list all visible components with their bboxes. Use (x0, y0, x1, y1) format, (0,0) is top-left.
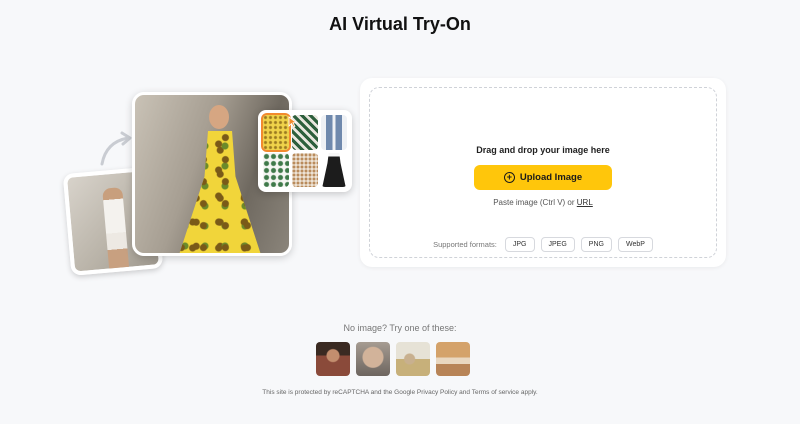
plus-circle-icon: + (503, 172, 515, 183)
samples-title: No image? Try one of these: (343, 323, 457, 333)
format-badge-png: PNG (580, 237, 612, 252)
garment-jeans (321, 115, 347, 150)
drop-zone[interactable]: Drag and drop your image here + Upload I… (369, 87, 717, 258)
formats-label: Supported formats: (433, 240, 497, 249)
sample-beach[interactable] (396, 342, 430, 376)
garment-lace-dress (292, 152, 318, 187)
format-badge-jpg: JPG (504, 237, 535, 252)
format-badge-jpeg: JPEG (540, 237, 575, 252)
garment-yellow-dress (261, 113, 291, 152)
sample-car[interactable] (436, 342, 470, 376)
url-link[interactable]: URL (577, 198, 593, 207)
sample-images (316, 342, 470, 376)
upload-image-button[interactable]: + Upload Image (474, 165, 612, 190)
pointer-cursor-icon (288, 116, 298, 128)
garment-floral-shirt (263, 152, 289, 187)
sample-dog[interactable] (356, 342, 390, 376)
supported-formats: Supported formats: JPG JPEG PNG WebP (370, 237, 716, 252)
page-title: AI Virtual Try-On (329, 14, 471, 34)
paste-hint: Paste image (Ctrl V) or URL (370, 198, 716, 207)
drag-drop-text: Drag and drop your image here (476, 145, 610, 155)
garment-picker (258, 110, 352, 192)
paste-text: Paste image (Ctrl V) or (493, 198, 575, 207)
try-on-illustration (62, 86, 362, 276)
garment-black-dress (322, 152, 346, 187)
sample-woman[interactable] (316, 342, 350, 376)
upload-card: Drag and drop your image here + Upload I… (360, 78, 726, 267)
recaptcha-notice: This site is protected by reCAPTCHA and … (262, 389, 538, 396)
format-badge-webp: WebP (617, 237, 653, 252)
upload-button-label: Upload Image (519, 172, 583, 183)
